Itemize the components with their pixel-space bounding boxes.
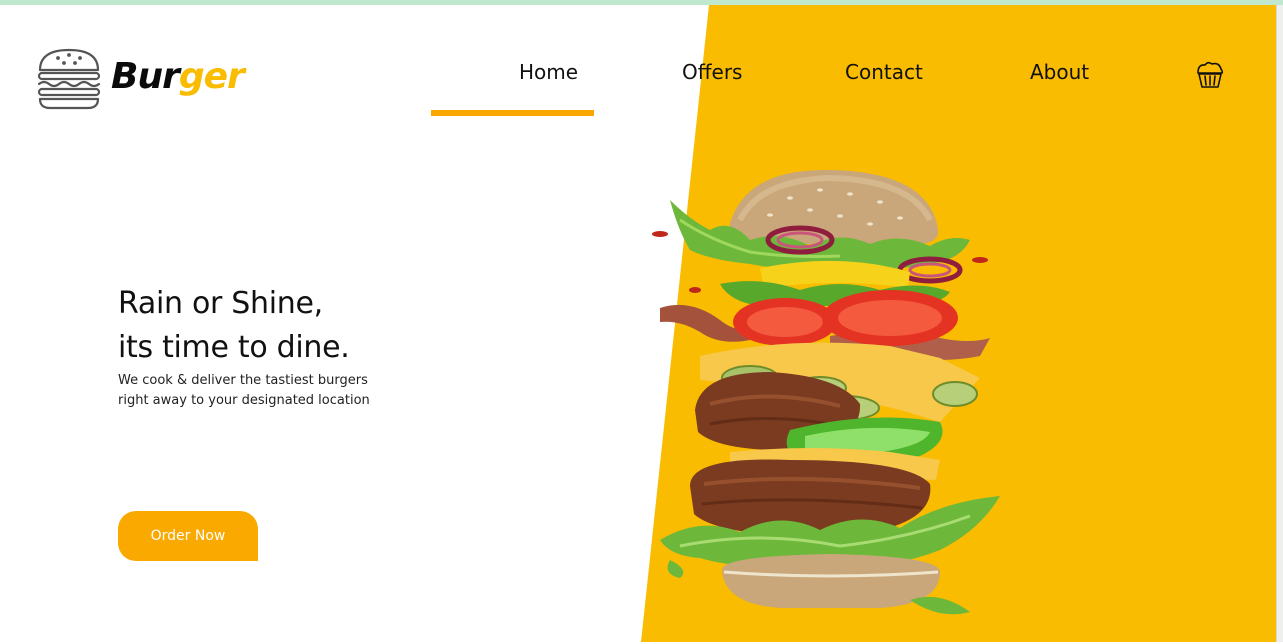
brand-name[interactable]: Burger	[111, 56, 245, 97]
nav-active-indicator	[431, 110, 594, 116]
nav-contact[interactable]: Contact	[845, 60, 923, 84]
burger-logo-icon[interactable]	[36, 46, 102, 112]
hero-subtext: We cook & deliver the tastiest burgers r…	[118, 371, 370, 411]
exploded-burger-image	[640, 160, 1020, 640]
hero-headline-line2: its time to dine.	[118, 330, 350, 365]
cupcake-basket-icon[interactable]	[1195, 60, 1225, 90]
nav-offers[interactable]: Offers	[682, 60, 742, 84]
browser-top-strip	[0, 0, 1283, 5]
hero-subtext-line2: right away to your designated location	[118, 393, 370, 408]
hero-headline: Rain or Shine, its time to dine.	[118, 282, 350, 370]
hero-subtext-line1: We cook & deliver the tastiest burgers	[118, 373, 368, 388]
scrollbar[interactable]	[1276, 5, 1283, 642]
hero-headline-line1: Rain or Shine,	[118, 286, 323, 321]
nav-home[interactable]: Home	[519, 60, 578, 84]
brand-name-part1: Bur	[111, 56, 180, 97]
nav-about[interactable]: About	[1030, 60, 1089, 84]
brand-name-part2: ger	[178, 56, 245, 97]
order-now-button[interactable]: Order Now	[118, 511, 258, 561]
